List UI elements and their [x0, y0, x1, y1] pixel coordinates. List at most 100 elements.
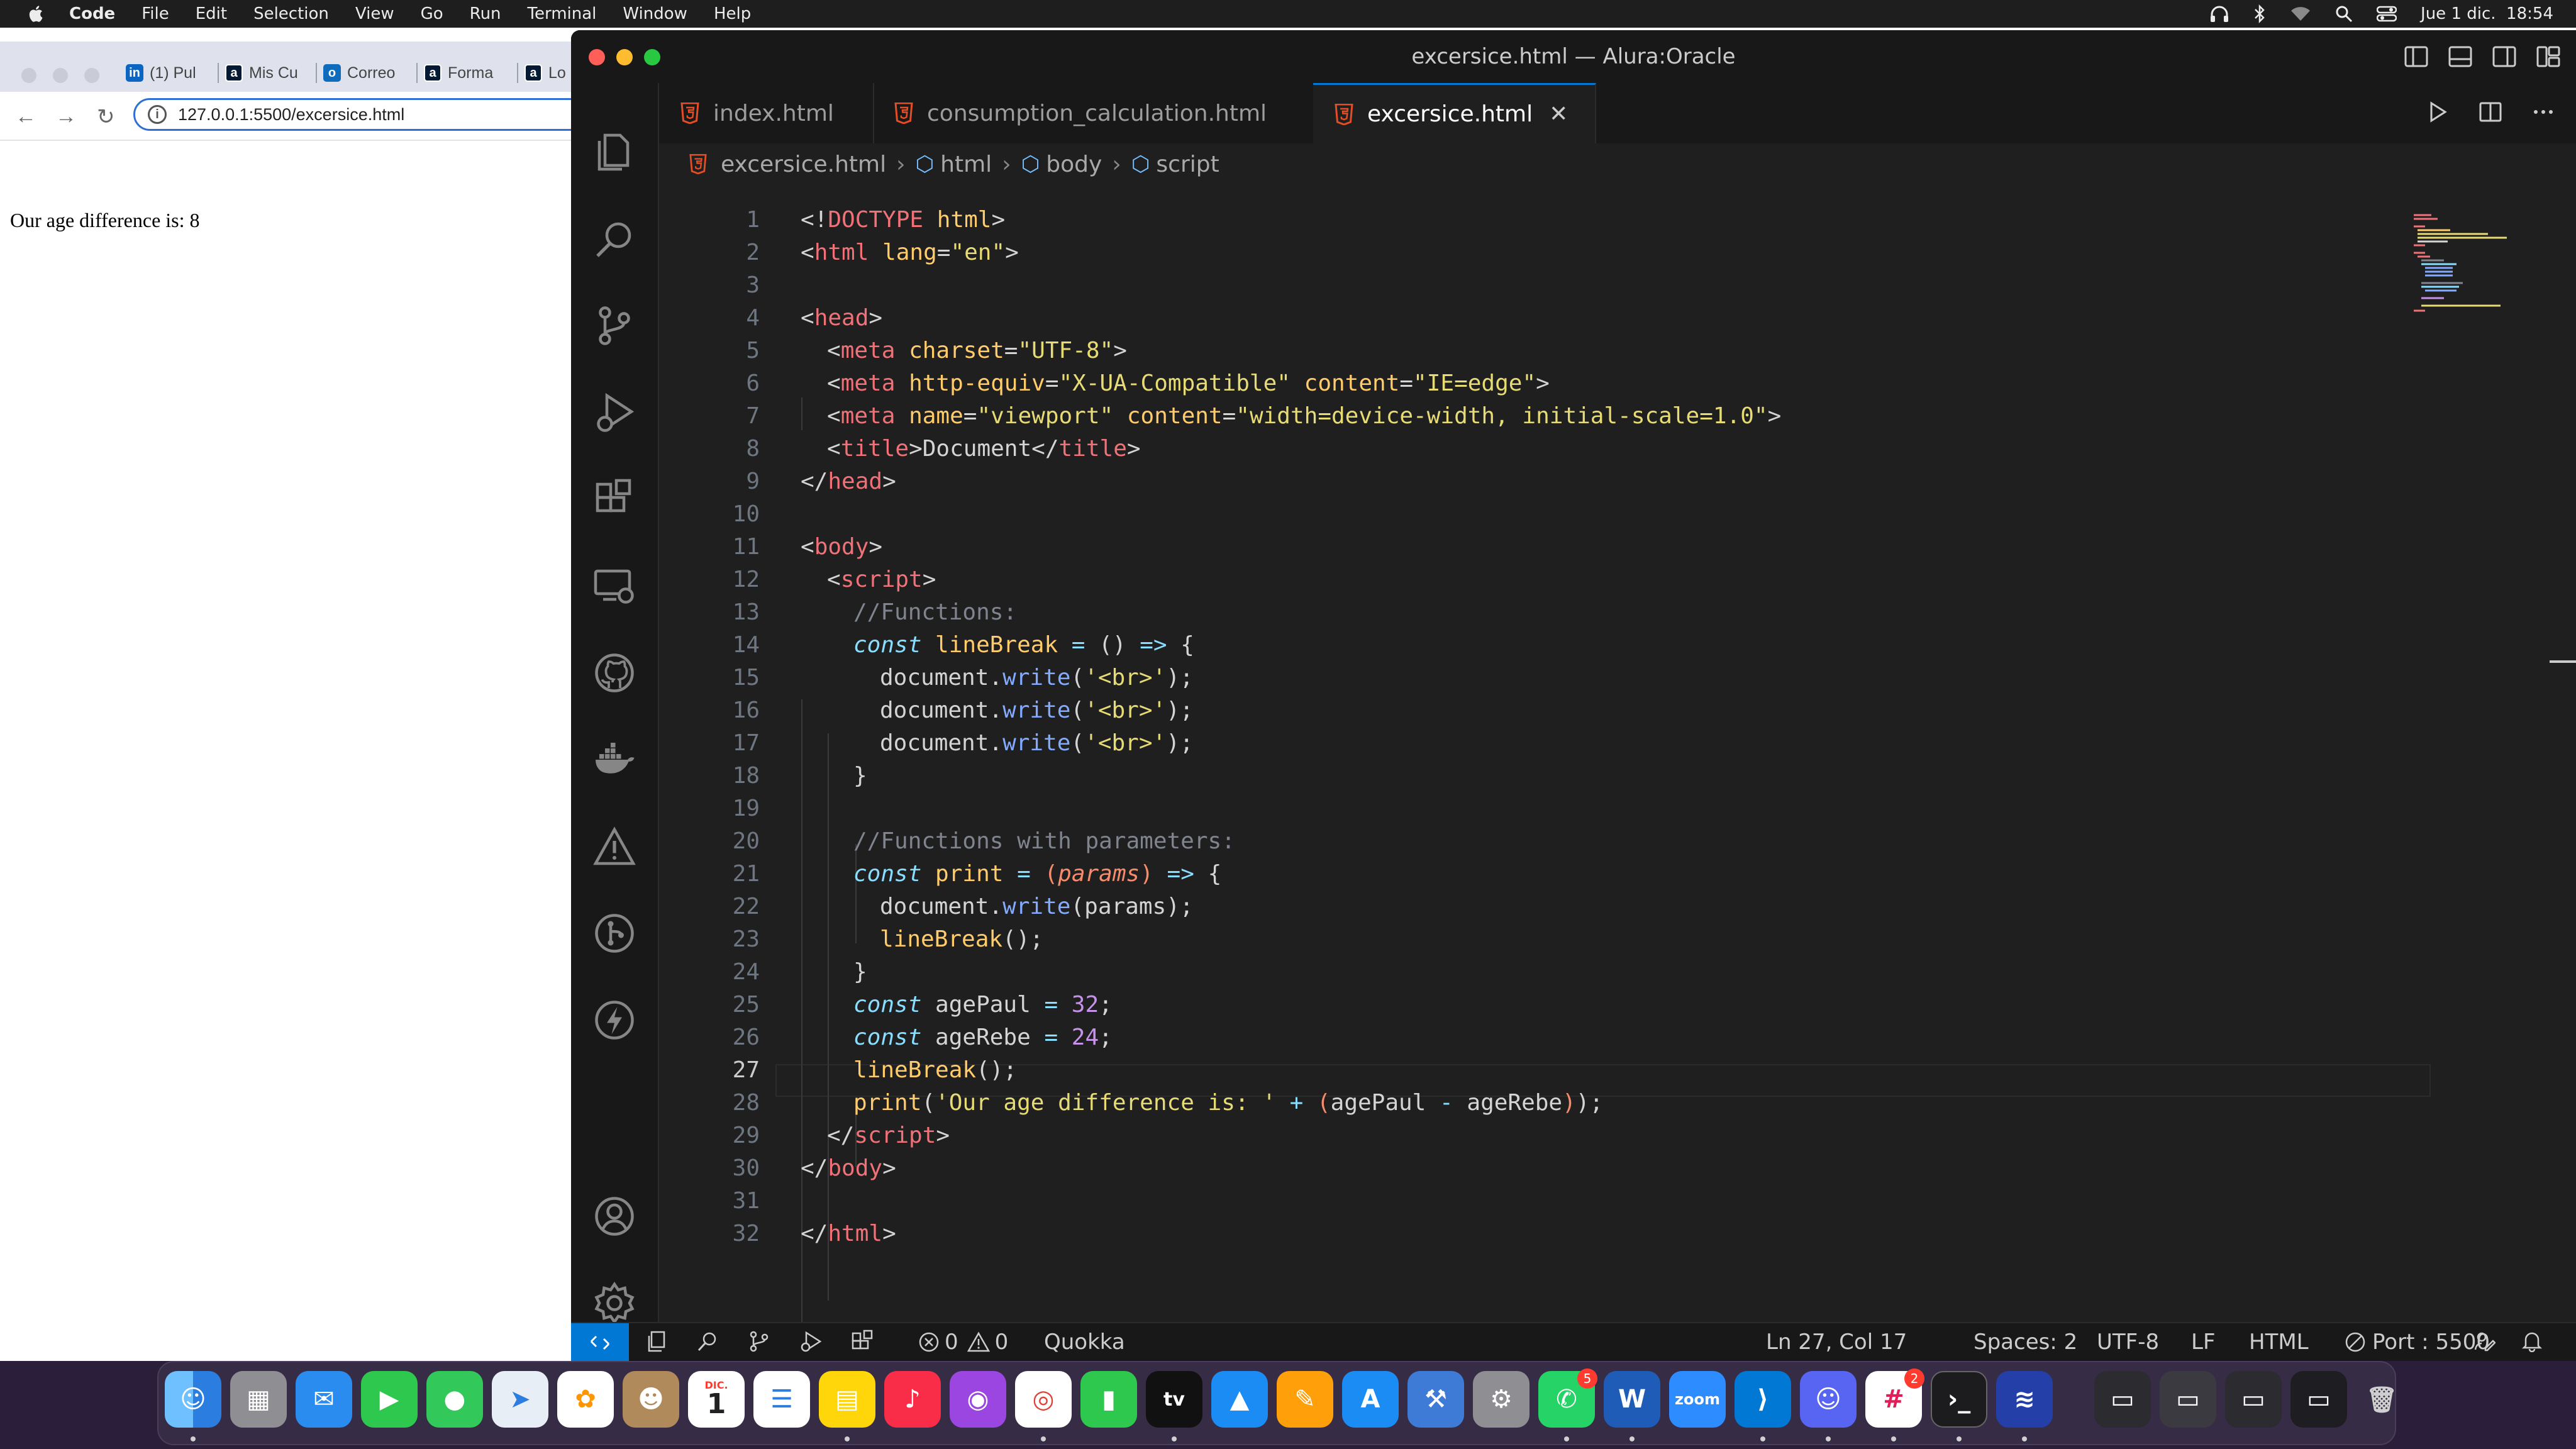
run-file-icon[interactable]: [2424, 98, 2451, 126]
browser-tab-alura-training[interactable]: a Forma: [424, 54, 518, 92]
code-line[interactable]: 22 document.write(params);: [659, 891, 2483, 923]
code-line[interactable]: 8 <title>Document</title>: [659, 433, 2483, 465]
close-tab-icon[interactable]: ✕: [1549, 101, 1568, 127]
activity-thunder-client[interactable]: [571, 982, 658, 1058]
activity-run-debug[interactable]: [571, 375, 658, 450]
maps-icon[interactable]: ➤: [492, 1371, 548, 1428]
activity-gitlens[interactable]: [571, 896, 658, 971]
control-center-icon[interactable]: [2377, 6, 2397, 22]
minimized-window-icon[interactable]: ▭: [2290, 1371, 2347, 1428]
address-bar[interactable]: i 127.0.0.1:5500/excersice.html: [133, 98, 586, 131]
reminders-icon[interactable]: ☰: [753, 1371, 810, 1428]
tab-index-html[interactable]: index.html: [659, 83, 874, 143]
menu-window[interactable]: Window: [623, 4, 687, 23]
split-editor-icon[interactable]: [2477, 98, 2504, 126]
minimized-window-icon[interactable]: ▭: [2094, 1371, 2151, 1428]
numbers-icon[interactable]: ▮: [1080, 1371, 1137, 1428]
back-arrow-icon[interactable]: ←: [15, 104, 36, 129]
menubar-clock[interactable]: Jue 1 dic. 18:54: [2421, 4, 2553, 23]
facetime-icon[interactable]: ▶: [361, 1371, 418, 1428]
code-line[interactable]: 31: [659, 1185, 2483, 1218]
toggle-secondary-sidebar-icon[interactable]: [2492, 44, 2517, 69]
code-line[interactable]: 5 <meta charset="UTF-8">: [659, 335, 2483, 367]
status-live-server[interactable]: Port : 5500: [2345, 1330, 2490, 1355]
customize-layout-icon[interactable]: [2536, 44, 2561, 69]
code-line[interactable]: 13 //Functions:: [659, 596, 2483, 629]
notes-icon[interactable]: ▤: [819, 1371, 875, 1428]
calendar-icon[interactable]: DIC. 1: [688, 1371, 745, 1428]
menu-go[interactable]: Go: [421, 4, 443, 23]
menu-app-name[interactable]: Code: [69, 4, 115, 23]
browser-minimize-button[interactable]: [53, 68, 68, 83]
code-line[interactable]: 9 </head>: [659, 465, 2483, 498]
forward-arrow-icon[interactable]: →: [55, 104, 77, 129]
minimized-window-icon[interactable]: ▭: [2160, 1371, 2216, 1428]
status-indentation[interactable]: Spaces: 2: [1974, 1330, 2077, 1355]
code-line[interactable]: 32 </html>: [659, 1218, 2483, 1250]
activity-extensions[interactable]: [571, 462, 658, 537]
zoom-icon[interactable]: zoom: [1669, 1371, 1726, 1428]
stacks-app-icon[interactable]: ≋: [1996, 1371, 2053, 1428]
breadcrumb-script[interactable]: script: [1156, 152, 1219, 177]
activity-remote-explorer[interactable]: [571, 548, 658, 624]
activity-docker[interactable]: [571, 722, 658, 797]
keynote-icon[interactable]: ▲: [1211, 1371, 1268, 1428]
system-settings-icon[interactable]: ⚙: [1473, 1371, 1530, 1428]
status-source-control[interactable]: [747, 1330, 771, 1353]
code-line[interactable]: 24}: [659, 956, 2483, 989]
menu-selection[interactable]: Selection: [253, 4, 329, 23]
discord-icon[interactable]: ☺: [1800, 1371, 1857, 1428]
toggle-panel-icon[interactable]: [2448, 44, 2473, 69]
code-line[interactable]: 15 document.write('<br>');: [659, 662, 2483, 694]
status-problems[interactable]: 0 0: [918, 1330, 1008, 1355]
status-extensions[interactable]: [850, 1330, 874, 1353]
browser-tab-alura-other[interactable]: a Lo: [525, 54, 575, 92]
appstore-icon[interactable]: A: [1342, 1371, 1399, 1428]
code-line[interactable]: 28 print('Our age difference is: ' + (age…: [659, 1087, 2483, 1119]
code-line[interactable]: 17 document.write('<br>');: [659, 727, 2483, 760]
appletv-icon[interactable]: tv: [1146, 1371, 1202, 1428]
activity-source-control[interactable]: [571, 288, 658, 364]
podcasts-icon[interactable]: ◉: [950, 1371, 1006, 1428]
code-line[interactable]: 10: [659, 498, 2483, 531]
breadcrumb-body[interactable]: body: [1046, 152, 1102, 177]
code-line[interactable]: 25 const agePaul = 32;: [659, 989, 2483, 1021]
code-line[interactable]: 19: [659, 792, 2483, 825]
status-run-debug[interactable]: [799, 1330, 823, 1353]
mail-icon[interactable]: ✉: [296, 1371, 352, 1428]
tab-excersice-html[interactable]: excersice.html ✕: [1313, 83, 1596, 143]
code-line[interactable]: 20 //Functions with parameters:: [659, 825, 2483, 858]
activity-accounts[interactable]: [571, 1179, 658, 1254]
code-line[interactable]: 18}: [659, 760, 2483, 792]
code-line[interactable]: 26 const ageRebe = 24;: [659, 1021, 2483, 1054]
status-quokka[interactable]: Quokka: [1044, 1330, 1125, 1355]
status-copy[interactable]: [645, 1330, 669, 1353]
pages-icon[interactable]: ✎: [1277, 1371, 1333, 1428]
activity-search[interactable]: [571, 201, 658, 277]
code-line[interactable]: 4 <head>: [659, 302, 2483, 335]
menu-view[interactable]: View: [355, 4, 394, 23]
code-line[interactable]: 12 <script>: [659, 564, 2483, 596]
code-line[interactable]: 21 const print = (params) => {: [659, 858, 2483, 891]
browser-tab-alura-courses[interactable]: a Mis Cu: [225, 54, 317, 92]
toggle-primary-sidebar-icon[interactable]: [2404, 44, 2429, 69]
status-search[interactable]: [696, 1330, 719, 1353]
word-icon[interactable]: W: [1604, 1371, 1660, 1428]
remote-indicator[interactable]: [571, 1323, 629, 1361]
browser-tab-linkedin[interactable]: in (1) Pul: [126, 54, 219, 92]
menu-help[interactable]: Help: [714, 4, 751, 23]
launchpad-icon[interactable]: ▦: [230, 1371, 287, 1428]
minimized-window-icon[interactable]: ▭: [2225, 1371, 2282, 1428]
bluetooth-icon[interactable]: [2253, 4, 2266, 23]
vertical-scrollbar[interactable]: [2550, 660, 2576, 663]
wifi-icon[interactable]: [2290, 6, 2311, 22]
tab-consumption-calculation-html[interactable]: consumption_calculation.html: [873, 83, 1314, 143]
more-actions-icon[interactable]: [2529, 98, 2557, 126]
code-line[interactable]: 23 lineBreak();: [659, 923, 2483, 956]
status-language-mode[interactable]: HTML: [2249, 1330, 2309, 1355]
breadcrumb-file[interactable]: excersice.html: [721, 152, 886, 177]
messages-icon[interactable]: ●: [426, 1371, 483, 1428]
code-line[interactable]: 2 <html lang="en">: [659, 236, 2483, 269]
code-line[interactable]: 14 const lineBreak = () => {: [659, 629, 2483, 662]
menu-run[interactable]: Run: [470, 4, 501, 23]
